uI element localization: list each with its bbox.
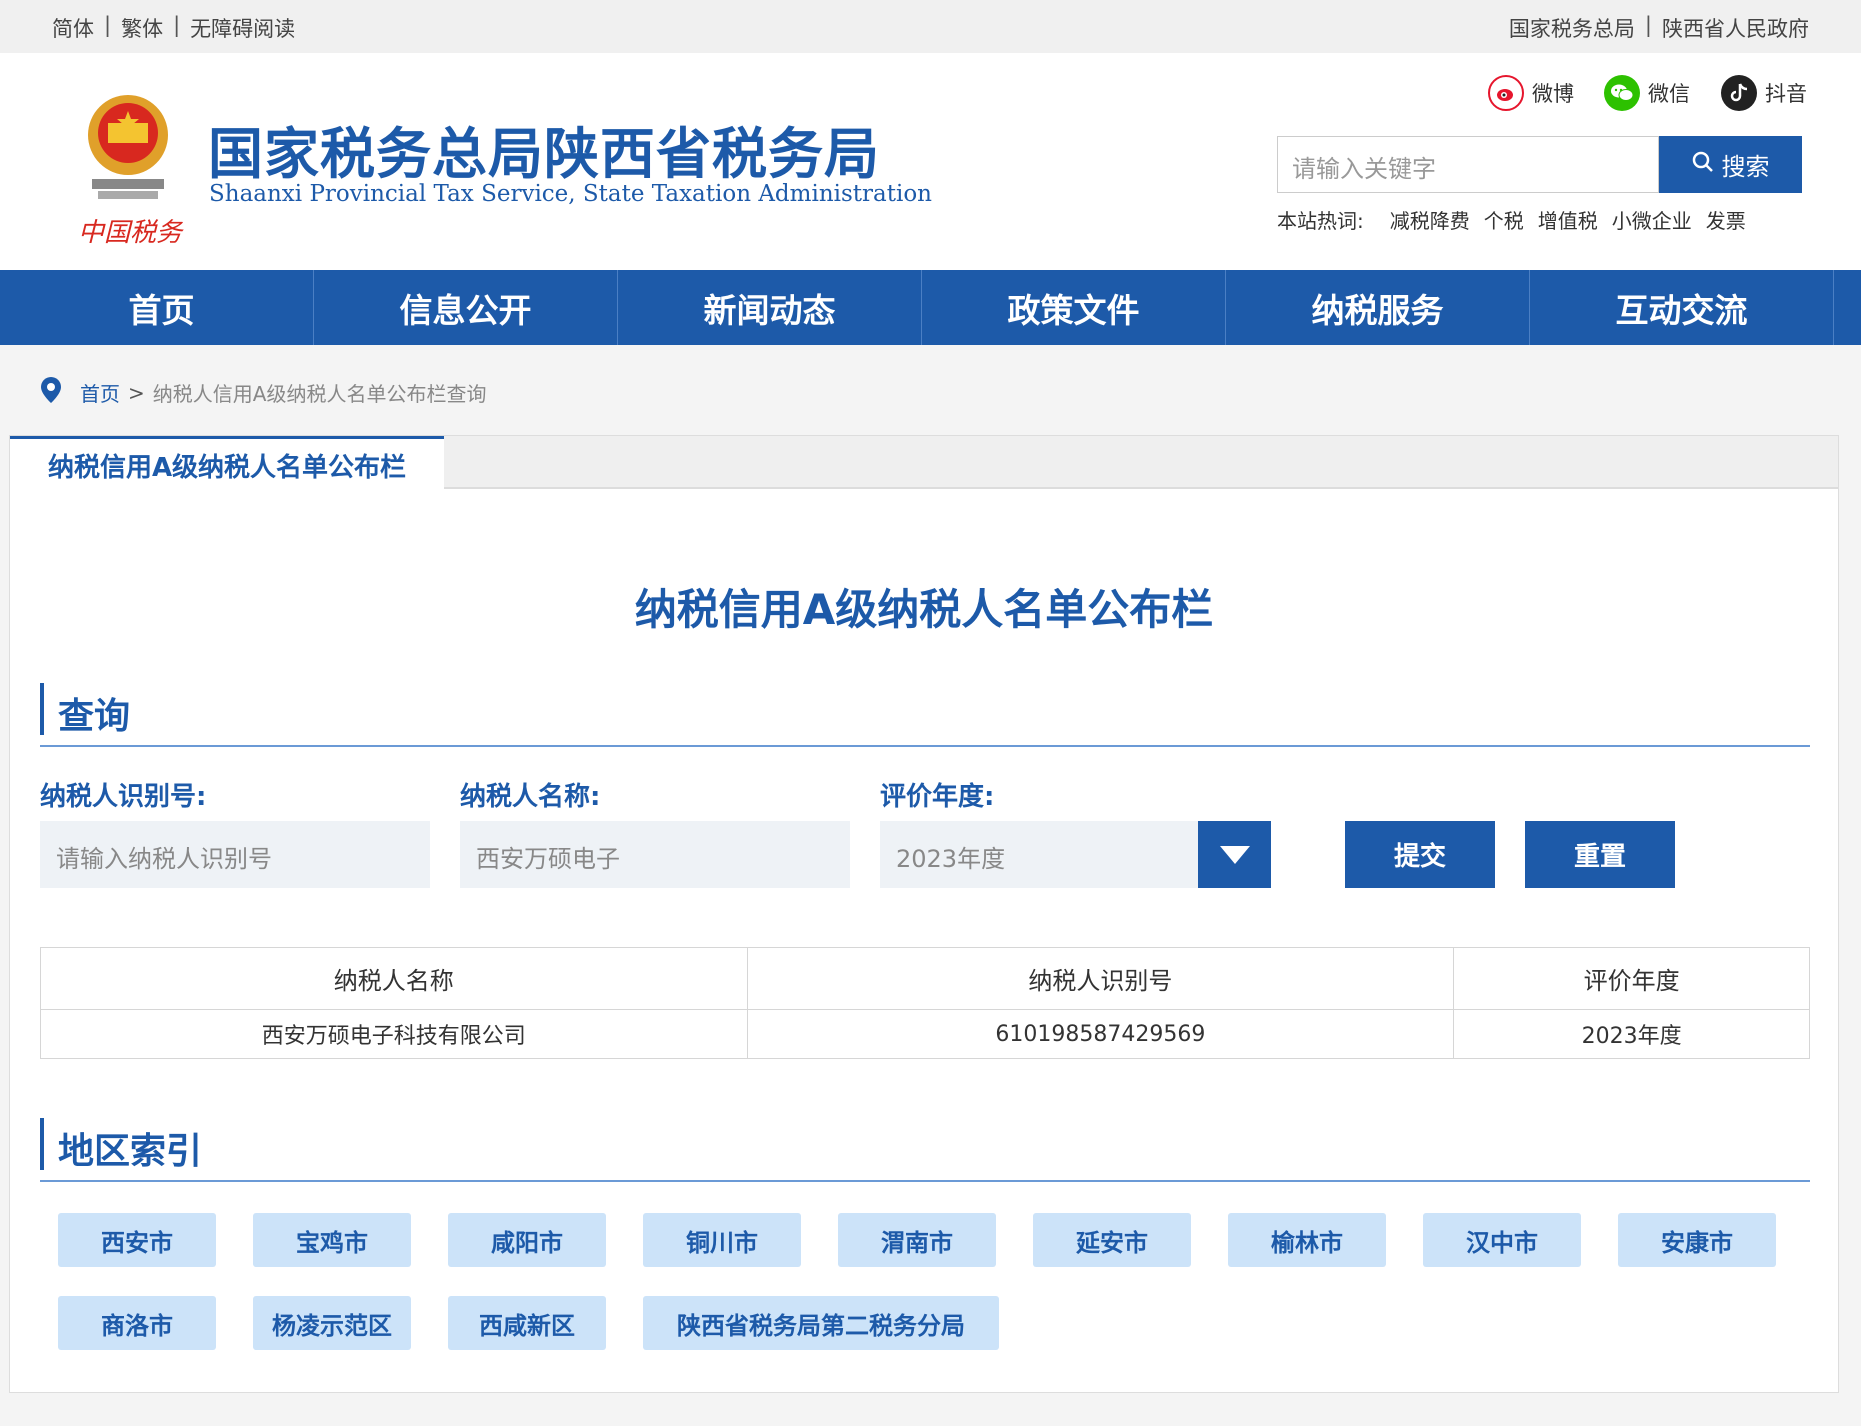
tax-emblem-logo[interactable]: 中国税务 <box>78 83 190 253</box>
column-header: 纳税人名称 <box>40 947 748 1010</box>
nav-tax-service[interactable]: 纳税服务 <box>1226 270 1530 345</box>
weibo-icon <box>1488 75 1524 111</box>
column-header: 评价年度 <box>1453 947 1810 1010</box>
region-button[interactable]: 榆林市 <box>1228 1213 1386 1267</box>
table-cell: 西安万硕电子科技有限公司 <box>40 1009 748 1059</box>
reset-button[interactable]: 重置 <box>1525 821 1675 888</box>
douyin-link[interactable]: 抖音 <box>1721 75 1807 111</box>
chevron-down-icon[interactable] <box>1198 821 1271 888</box>
sta-link[interactable]: 国家税务总局 <box>1509 13 1635 43</box>
region-button[interactable]: 汉中市 <box>1423 1213 1581 1267</box>
douyin-icon <box>1721 75 1757 111</box>
location-pin-icon <box>40 376 62 409</box>
douyin-label: 抖音 <box>1765 82 1807 106</box>
divider: | <box>104 13 112 37</box>
nav-interaction[interactable]: 互动交流 <box>1530 270 1834 345</box>
table-cell: 610198587429569 <box>746 1009 1455 1059</box>
wechat-link[interactable]: 微信 <box>1604 75 1690 111</box>
nav-info-disclosure[interactable]: 信息公开 <box>314 270 618 345</box>
region-button[interactable]: 渭南市 <box>838 1213 996 1267</box>
divider: | <box>173 13 181 37</box>
query-heading: 查询 <box>58 696 131 737</box>
table-cell: 2023年度 <box>1453 1009 1810 1059</box>
emblem-text: 中国税务 <box>78 218 184 248</box>
nav-news[interactable]: 新闻动态 <box>618 270 922 345</box>
section-accent-bar <box>40 683 44 735</box>
wechat-label: 微信 <box>1648 82 1690 106</box>
shaanxi-gov-link[interactable]: 陕西省人民政府 <box>1662 13 1809 43</box>
search-icon <box>1692 151 1714 179</box>
nav-policy[interactable]: 政策文件 <box>922 270 1226 345</box>
region-button[interactable]: 安康市 <box>1618 1213 1776 1267</box>
site-subtitle: Shaanxi Provincial Tax Service, State Ta… <box>209 181 932 207</box>
region-section-header: 地区索引 <box>40 1118 1810 1182</box>
eval-year-label: 评价年度: <box>880 782 995 812</box>
search-button-label: 搜索 <box>1721 153 1770 181</box>
hot-keywords: 本站热词: 减税降费 个税 增值税 小微企业 发票 <box>1277 205 1746 234</box>
region-button[interactable]: 西咸新区 <box>448 1296 606 1350</box>
region-button[interactable]: 陕西省税务局第二税务分局 <box>643 1296 999 1350</box>
hot-keywords-label: 本站热词: <box>1277 209 1364 233</box>
region-heading: 地区索引 <box>58 1131 203 1172</box>
breadcrumb: 首页 > 纳税人信用A级纳税人名单公布栏查询 <box>40 376 486 409</box>
hot-keyword[interactable]: 增值税 <box>1538 205 1598 234</box>
site-title[interactable]: 国家税务总局陕西省税务局 <box>208 109 880 189</box>
query-section-header: 查询 <box>40 683 1810 747</box>
column-header: 纳税人识别号 <box>746 947 1455 1010</box>
weibo-label: 微博 <box>1532 82 1574 106</box>
region-button[interactable]: 西安市 <box>58 1213 216 1267</box>
external-links: 国家税务总局 | 陕西省人民政府 <box>1509 13 1809 43</box>
wechat-icon <box>1604 75 1640 111</box>
simplified-link[interactable]: 简体 <box>52 13 94 43</box>
search-input[interactable]: 请输入关键字 <box>1277 136 1659 193</box>
page-title: 纳税信用A级纳税人名单公布栏 <box>634 585 1214 634</box>
region-button[interactable]: 商洛市 <box>58 1296 216 1350</box>
table-header-row: 纳税人名称 纳税人识别号 评价年度 <box>40 947 1810 1010</box>
hot-keyword[interactable]: 个税 <box>1484 205 1524 234</box>
breadcrumb-home[interactable]: 首页 <box>80 378 120 407</box>
tab-a-level-list[interactable]: 纳税信用A级纳税人名单公布栏 <box>10 436 444 491</box>
hot-keyword[interactable]: 发票 <box>1706 205 1746 234</box>
submit-button[interactable]: 提交 <box>1345 821 1495 888</box>
main-nav: 首页 信息公开 新闻动态 政策文件 纳税服务 互动交流 <box>0 270 1861 345</box>
hot-keyword[interactable]: 减税降费 <box>1390 205 1470 234</box>
result-table: 纳税人名称 纳税人识别号 评价年度 西安万硕电子科技有限公司 610198587… <box>40 947 1810 1059</box>
region-button[interactable]: 延安市 <box>1033 1213 1191 1267</box>
eval-year-select[interactable]: 2023年度 <box>880 821 1198 888</box>
table-row: 西安万硕电子科技有限公司 610198587429569 2023年度 <box>40 1009 1810 1059</box>
breadcrumb-separator: > <box>128 380 145 405</box>
region-button[interactable]: 铜川市 <box>643 1213 801 1267</box>
hot-keyword[interactable]: 小微企业 <box>1612 205 1692 234</box>
accessibility-link[interactable]: 无障碍阅读 <box>190 13 295 43</box>
region-button[interactable]: 杨凌示范区 <box>253 1296 411 1350</box>
region-button[interactable]: 咸阳市 <box>448 1213 606 1267</box>
language-links: 简体 | 繁体 | 无障碍阅读 <box>52 13 295 43</box>
top-utility-bar: 简体 | 繁体 | 无障碍阅读 国家税务总局 | 陕西省人民政府 <box>0 0 1861 53</box>
taxpayer-id-input[interactable]: 请输入纳税人识别号 <box>40 821 430 888</box>
weibo-link[interactable]: 微博 <box>1488 75 1574 111</box>
taxpayer-name-label: 纳税人名称: <box>460 782 601 812</box>
main-panel: 纳税信用A级纳税人名单公布栏 纳税信用A级纳税人名单公布栏 查询 纳税人识别号:… <box>9 435 1839 1393</box>
traditional-link[interactable]: 繁体 <box>121 13 163 43</box>
section-accent-bar <box>40 1118 44 1170</box>
region-button[interactable]: 宝鸡市 <box>253 1213 411 1267</box>
taxpayer-id-label: 纳税人识别号: <box>40 782 207 812</box>
site-header: 中国税务 国家税务总局陕西省税务局 Shaanxi Provincial Tax… <box>0 53 1861 270</box>
divider: | <box>1644 13 1652 37</box>
nav-home[interactable]: 首页 <box>10 270 314 345</box>
taxpayer-name-input[interactable]: 西安万硕电子 <box>460 821 850 888</box>
search-button[interactable]: 搜索 <box>1659 136 1802 193</box>
breadcrumb-current: 纳税人信用A级纳税人名单公布栏查询 <box>152 382 487 406</box>
